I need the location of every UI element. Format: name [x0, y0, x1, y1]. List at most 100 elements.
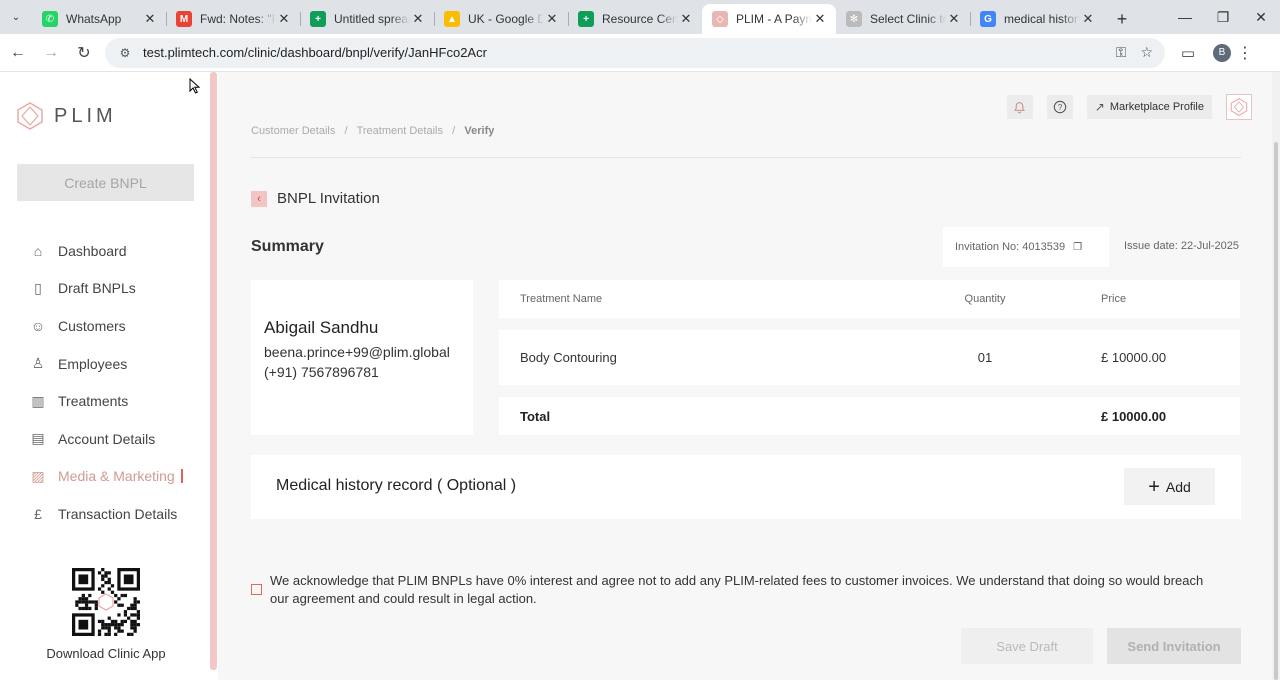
home-icon: ⌂ — [33, 242, 43, 259]
quantity-cell: 01 — [977, 350, 993, 365]
sidebar-item-label: Draft BNPLs — [58, 280, 136, 297]
create-bnpl-button[interactable]: Create BNPL — [17, 164, 194, 201]
browser-tab-title: Select Clinic to c — [870, 12, 946, 26]
total-label: Total — [520, 408, 551, 424]
copy-icon[interactable]: ❐ — [1073, 242, 1082, 253]
browser-menu-icon[interactable]: ⋮ — [1231, 43, 1259, 63]
extensions-icon[interactable]: ▭ — [1173, 44, 1203, 62]
user-add-icon: ♙ — [31, 355, 45, 372]
column-header-price: Price — [1101, 293, 1127, 305]
browser-tab-title: Fwd: Notes: "Re — [200, 12, 276, 26]
tab-close-icon[interactable]: ✕ — [812, 11, 828, 27]
browser-tab-title: UK - Google Driv — [468, 12, 544, 26]
browser-tab[interactable]: + Resource Centre✕ — [568, 4, 702, 34]
external-link-icon: ↗ — [1094, 100, 1105, 114]
tab-close-icon[interactable]: ✕ — [276, 11, 292, 27]
tab-close-icon[interactable]: ✕ — [946, 11, 962, 27]
minimize-icon[interactable]: — — [1166, 9, 1204, 25]
sidebar-item-treatments[interactable]: ▥ Treatments — [0, 382, 212, 420]
sidebar-item-customers[interactable]: ☺ Customers — [0, 307, 212, 345]
sidebar-item-dashboard[interactable]: ⌂ Dashboard — [0, 232, 212, 270]
url-text[interactable]: test.plimtech.com/clinic/dashboard/bnpl/… — [143, 45, 1116, 60]
back-chevron-icon[interactable]: ‹ — [251, 190, 267, 207]
sidebar-item-transaction-details[interactable]: £ Transaction Details — [0, 495, 212, 533]
browser-tab[interactable]: ✻ Select Clinic to c✕ — [836, 4, 970, 34]
main-content: ? ↗ Marketplace Profile Customer Details… — [218, 72, 1272, 680]
browser-tab[interactable]: ▲ UK - Google Driv✕ — [434, 4, 568, 34]
tab-close-icon[interactable]: ✕ — [1080, 11, 1096, 27]
add-medical-record-button[interactable]: + Add — [1124, 468, 1215, 505]
sidebar-item-employees[interactable]: ♙ Employees — [0, 345, 212, 383]
notification-bell-icon[interactable] — [1006, 95, 1033, 119]
breadcrumb-customer-details[interactable]: Customer Details — [251, 125, 335, 137]
marketplace-profile-label: Marketplace Profile — [1109, 101, 1204, 113]
sidebar-item-label: Treatments — [58, 393, 129, 410]
tab-close-icon[interactable]: ✕ — [142, 11, 158, 27]
browser-tab[interactable]: ✆ WhatsApp ✕ — [32, 4, 166, 34]
column-header-treatment-name: Treatment Name — [520, 293, 603, 305]
window-controls: — ❐ ✕ — [1166, 0, 1280, 34]
tab-close-icon[interactable]: ✕ — [678, 11, 694, 27]
svg-text:?: ? — [1058, 103, 1063, 112]
logo-text: PLIM — [54, 104, 117, 127]
send-invitation-button[interactable]: Send Invitation — [1107, 628, 1241, 664]
sheets-icon: + — [310, 11, 326, 27]
treatment-table-header: Treatment Name Quantity Price — [499, 280, 1240, 318]
profile-avatar[interactable]: B — [1213, 43, 1231, 62]
reload-icon[interactable]: ↻ — [69, 38, 99, 68]
sidebar-item-label: Account Details — [58, 430, 156, 447]
drive-icon: ▲ — [444, 11, 460, 27]
sidebar-item-account-details[interactable]: ▤ Account Details — [0, 420, 212, 458]
users-icon: ☺ — [30, 317, 46, 334]
sheets-icon: + — [578, 11, 594, 27]
browser-tab-title: PLIM - A Paymen — [736, 12, 812, 26]
invitation-number: Invitation No: 4013539 — [955, 241, 1066, 253]
download-app-label[interactable]: Download Clinic App — [0, 646, 212, 661]
browser-tab[interactable]: + Untitled spreadsh✕ — [300, 4, 434, 34]
browser-tab-title: Untitled spreadsh — [334, 12, 410, 26]
tab-search-chevron-icon[interactable]: ⌄ — [0, 0, 32, 34]
browser-tab[interactable]: Gmedical history c✕ — [970, 4, 1104, 34]
add-label: Add — [1165, 478, 1191, 495]
save-draft-button[interactable]: Save Draft — [961, 628, 1093, 664]
plim-logo[interactable]: PLIM — [16, 102, 117, 130]
sidebar-scrollbar[interactable] — [210, 72, 217, 670]
forward-arrow-icon[interactable]: → — [36, 38, 66, 68]
browser-tab[interactable]: M Fwd: Notes: "Re✕ — [166, 4, 300, 34]
sidebar-item-media-marketing[interactable]: ▨ Media & Marketing — [0, 458, 212, 496]
active-indicator — [181, 468, 183, 483]
acknowledgement: We acknowledge that PLIM BNPLs have 0% i… — [251, 572, 1211, 608]
breadcrumb: Customer Details / Treatment Details / V… — [251, 125, 494, 137]
site-settings-icon[interactable]: ⚙ — [117, 45, 133, 61]
bookmark-star-icon[interactable]: ☆ — [1140, 44, 1153, 61]
header-actions: ? ↗ Marketplace Profile — [1006, 94, 1252, 120]
acknowledgement-checkbox[interactable] — [251, 584, 262, 595]
image-icon: ▨ — [31, 467, 45, 484]
help-icon[interactable]: ? — [1046, 95, 1073, 119]
page-scrollbar-thumb[interactable] — [1274, 142, 1278, 680]
treatment-name-cell: Body Contouring — [520, 350, 617, 365]
breadcrumb-treatment-details[interactable]: Treatment Details — [357, 125, 443, 137]
sidebar: PLIM Create BNPL ⌂ Dashboard ▯ Draft BNPLs ☺… — [0, 72, 212, 680]
breadcrumb-verify: Verify — [464, 125, 495, 137]
tab-close-icon[interactable]: ✕ — [544, 11, 560, 27]
mouse-cursor-icon — [189, 78, 201, 94]
password-key-icon[interactable]: ⚿ — [1116, 44, 1127, 61]
close-window-icon[interactable]: ✕ — [1242, 9, 1280, 26]
new-tab-button[interactable]: + — [1108, 4, 1136, 34]
browser-tab[interactable]: ◇ PLIM - A Paymen✕ — [702, 4, 836, 34]
table-row: Body Contouring 01 £ 10000.00 — [499, 330, 1240, 385]
loading-icon: ✻ — [846, 11, 862, 27]
breadcrumb-separator: / — [452, 125, 456, 137]
tab-close-icon[interactable]: ✕ — [410, 11, 426, 27]
customer-card: Abigail Sandhu beena.prince+99@plim.glob… — [251, 280, 473, 435]
url-bar[interactable]: ⚙ test.plimtech.com/clinic/dashboard/bnp… — [105, 37, 1165, 68]
marketplace-profile-button[interactable]: ↗ Marketplace Profile — [1086, 95, 1212, 119]
sidebar-item-draft-bnpls[interactable]: ▯ Draft BNPLs — [0, 270, 212, 308]
medical-history-section: Medical history record ( Optional ) + Ad… — [251, 455, 1241, 519]
maximize-icon[interactable]: ❐ — [1204, 9, 1242, 26]
clinic-avatar[interactable] — [1226, 94, 1252, 120]
back-arrow-icon[interactable]: ← — [3, 38, 33, 68]
plus-icon: + — [1148, 475, 1160, 498]
browser-tab-title: medical history c — [1004, 12, 1080, 26]
